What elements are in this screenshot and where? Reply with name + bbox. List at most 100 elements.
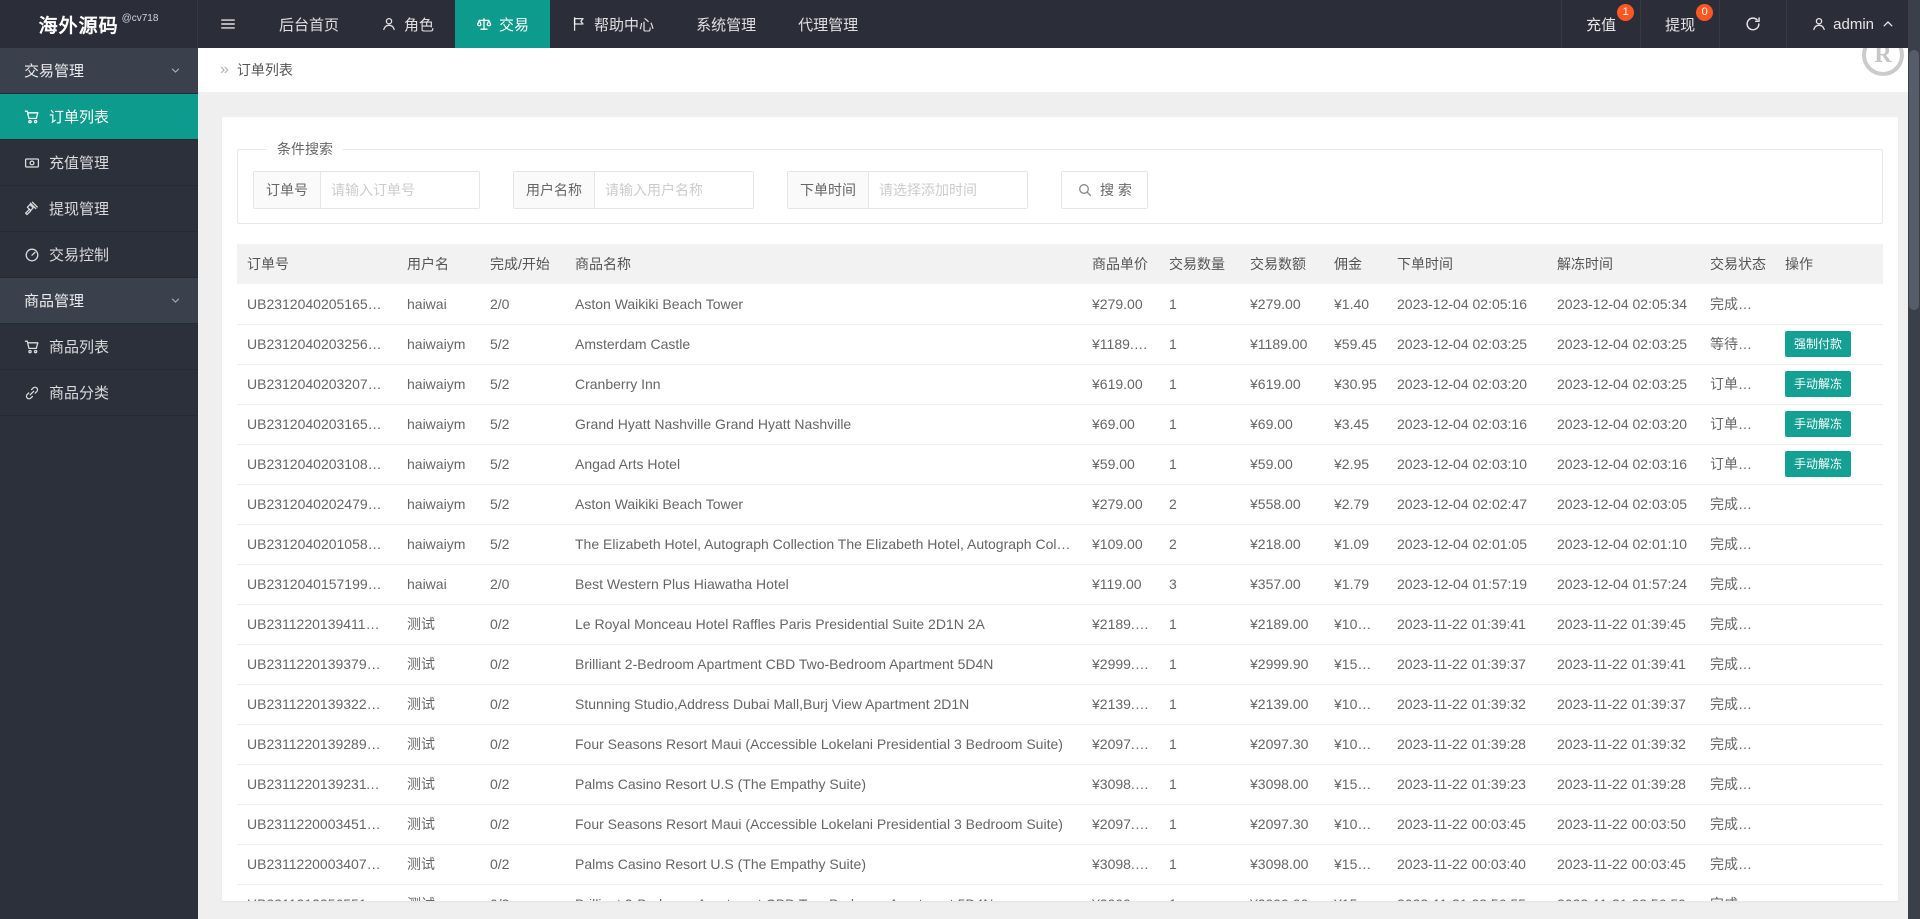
cell-order-no: UB2311220139289469 <box>237 724 397 765</box>
column-header-4: 商品名称 <box>565 244 1082 284</box>
sidebar-item-goods-category[interactable]: 商品分类 <box>0 370 198 416</box>
sidebar-item-withdraw-manage[interactable]: 提现管理 <box>0 186 198 232</box>
navbar-withdraw-button[interactable]: 提现 0 <box>1640 0 1719 48</box>
cell-user: haiwai <box>397 564 480 605</box>
cell-actions <box>1775 564 1883 605</box>
cell-amount: ¥357.00 <box>1240 564 1324 605</box>
cell-actions <box>1775 724 1883 765</box>
nav-item-roles[interactable]: 角色 <box>360 0 455 48</box>
sidebar-item-trade-control[interactable]: 交易控制 <box>0 232 198 278</box>
cell-product: Brilliant 2-Bedroom Apartment CBD Two-Be… <box>565 884 1082 901</box>
sidebar-section-trade-manage[interactable]: 交易管理 <box>0 48 198 94</box>
cell-commission: ¥154.90 <box>1324 764 1387 805</box>
menu-toggle-button[interactable] <box>198 0 258 48</box>
cell-ratio: 0/2 <box>480 804 565 845</box>
cell-unfreeze-time: 2023-11-22 00:03:50 <box>1547 804 1700 845</box>
cell-status: 订单冻结 <box>1700 444 1775 485</box>
table-row: UB2311220139411971 测试 0/2 Le Royal Monceau … <box>237 604 1883 645</box>
action-button[interactable]: 手动解冻 <box>1785 371 1852 397</box>
cell-unfreeze-time: 2023-12-04 02:03:16 <box>1547 444 1700 485</box>
cell-actions: 手动解冻 <box>1775 364 1883 405</box>
gauge-icon <box>24 247 40 263</box>
cell-product: Aston Waikiki Beach Tower <box>565 284 1082 325</box>
sidebar-section-goods-manage[interactable]: 商品管理 <box>0 278 198 324</box>
nav-item-help-center[interactable]: 帮助中心 <box>550 0 675 48</box>
cell-amount: ¥279.00 <box>1240 284 1324 325</box>
cell-ratio: 5/2 <box>480 404 565 445</box>
cell-order-time: 2023-11-22 01:39:28 <box>1387 724 1547 765</box>
cell-order-time: 2023-11-22 00:03:40 <box>1387 844 1547 885</box>
cell-price: ¥279.00 <box>1082 284 1159 325</box>
cell-unfreeze-time: 2023-12-04 02:03:20 <box>1547 404 1700 445</box>
page-scrollbar-thumb[interactable] <box>1909 50 1919 310</box>
cell-status: 完成付款 <box>1700 764 1775 805</box>
cell-commission: ¥2.95 <box>1324 444 1387 485</box>
nav-item-system-manage[interactable]: 系统管理 <box>675 0 777 48</box>
cell-order-no: UB2311220003407895 <box>237 844 397 885</box>
cell-order-time: 2023-12-04 02:03:16 <box>1387 404 1547 445</box>
cell-commission: ¥104.87 <box>1324 804 1387 845</box>
nav-item-home[interactable]: 后台首页 <box>258 0 360 48</box>
column-header-5: 商品单价 <box>1082 244 1159 284</box>
cell-user: 测试 <box>397 804 480 845</box>
cell-status: 完成付款 <box>1700 564 1775 605</box>
action-button[interactable]: 手动解冻 <box>1785 451 1852 477</box>
navbar-right: 充值 1 提现 0 admin <box>1561 0 1920 48</box>
cell-amount: ¥2139.00 <box>1240 684 1324 725</box>
refresh-button[interactable] <box>1719 0 1786 48</box>
cell-actions <box>1775 684 1883 725</box>
cell-order-time: 2023-11-22 01:39:32 <box>1387 684 1547 725</box>
cell-actions <box>1775 604 1883 645</box>
nav-item-trade[interactable]: 交易 <box>455 0 551 48</box>
cell-user: 测试 <box>397 644 480 685</box>
order-time-input[interactable] <box>869 172 1027 208</box>
cell-unfreeze-time: 2023-11-22 00:03:45 <box>1547 844 1700 885</box>
cell-product: Grand Hyatt Nashville Grand Hyatt Nashvi… <box>565 404 1082 445</box>
cell-price: ¥2097.30 <box>1082 804 1159 845</box>
sidebar-item-label: 订单列表 <box>49 109 110 126</box>
column-header-12: 操作 <box>1775 244 1883 284</box>
cell-qty: 1 <box>1159 404 1240 445</box>
nav-item-label: 系统管理 <box>696 16 757 34</box>
table-row: UB2311220139322790 测试 0/2 Stunning Studio,A… <box>237 684 1883 725</box>
nav-item-label: 角色 <box>404 16 435 34</box>
cell-order-no: UB2312040201058786 <box>237 524 397 565</box>
page-scrollbar[interactable] <box>1908 0 1920 919</box>
link-icon <box>24 385 40 401</box>
cell-status: 完成付款 <box>1700 284 1775 325</box>
cell-ratio: 5/2 <box>480 484 565 525</box>
cell-product: Le Royal Monceau Hotel Raffles Paris Pre… <box>565 604 1082 645</box>
user-name-field-label: 用户名称 <box>514 172 595 208</box>
cell-actions <box>1775 804 1883 845</box>
sidebar-item-order-list[interactable]: 订单列表 <box>0 94 198 140</box>
nav-item-agent-manage[interactable]: 代理管理 <box>777 0 879 48</box>
action-button[interactable]: 手动解冻 <box>1785 411 1852 437</box>
search-button[interactable]: 搜 索 <box>1061 171 1148 209</box>
sidebar-item-recharge-manage[interactable]: 充值管理 <box>0 140 198 186</box>
user-name-input[interactable] <box>595 172 753 208</box>
order-no-input[interactable] <box>321 172 479 208</box>
brand-name: 海外源码 <box>38 15 119 37</box>
cell-price: ¥119.00 <box>1082 564 1159 605</box>
breadcrumb: » 订单列表 <box>198 48 1920 92</box>
cell-actions <box>1775 644 1883 685</box>
cell-user: haiwaiym <box>397 404 480 445</box>
cell-commission: ¥109.45 <box>1324 604 1387 645</box>
cell-order-time: 2023-12-04 02:03:10 <box>1387 444 1547 485</box>
nav-item-label: 代理管理 <box>798 16 859 34</box>
cell-ratio: 0/2 <box>480 844 565 885</box>
cell-ratio: 5/2 <box>480 444 565 485</box>
gavel-icon <box>24 201 40 217</box>
search-icon <box>1077 182 1093 198</box>
cell-product: Four Seasons Resort Maui (Accessible Lok… <box>565 724 1082 765</box>
user-menu[interactable]: admin <box>1786 0 1920 48</box>
sidebar-item-label: 商品分类 <box>49 385 110 402</box>
cell-status: 完成付款 <box>1700 804 1775 845</box>
cell-ratio: 0/2 <box>480 724 565 765</box>
brand-logo[interactable]: 海外源码 @cv718 <box>0 0 198 48</box>
sidebar-item-goods-list[interactable]: 商品列表 <box>0 324 198 370</box>
cell-price: ¥619.00 <box>1082 364 1159 405</box>
refresh-icon <box>1744 15 1762 33</box>
action-button[interactable]: 强制付款 <box>1785 331 1852 357</box>
navbar-recharge-button[interactable]: 充值 1 <box>1561 0 1640 48</box>
